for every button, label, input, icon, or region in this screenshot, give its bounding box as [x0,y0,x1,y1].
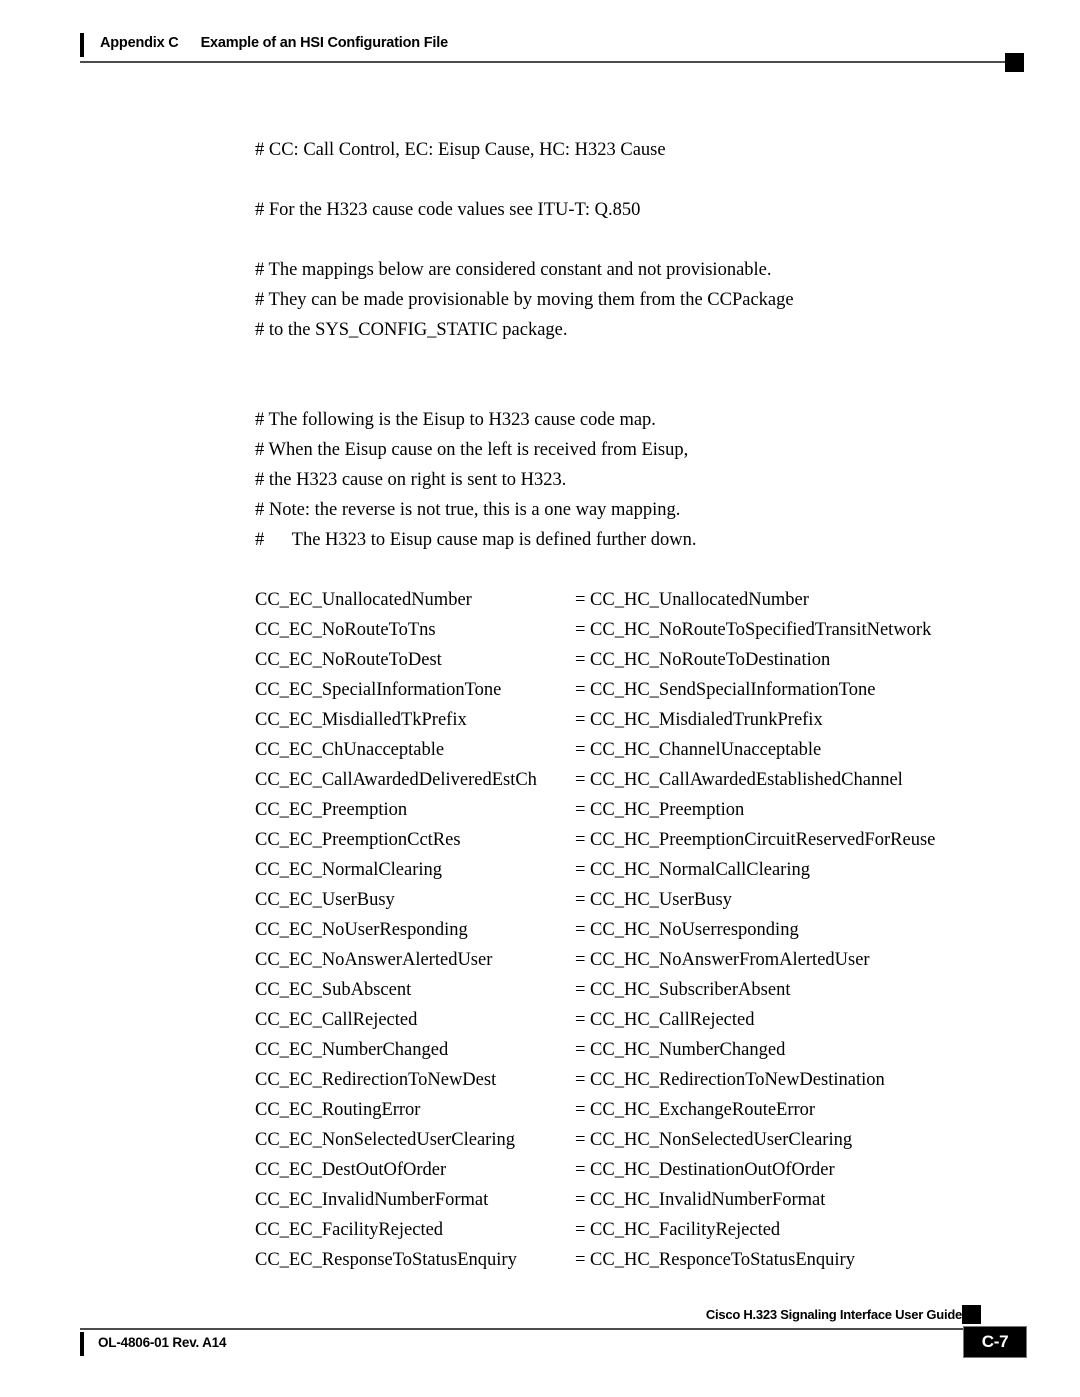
mapping-eisup-cause: CC_EC_NonSelectedUserClearing [255,1130,515,1150]
mapping-eisup-cause: CC_EC_RoutingError [255,1100,421,1120]
mapping-eisup-cause: CC_EC_InvalidNumberFormat [255,1190,489,1210]
mapping-eisup-cause: CC_EC_UserBusy [255,890,395,910]
mapping-h323-cause: = CC_HC_NumberChanged [575,1040,786,1060]
table-row: CC_EC_SubAbscent = CC_HC_SubscriberAbsent [255,975,1015,1005]
mapping-eisup-cause: CC_EC_NoRouteToTns [255,620,436,640]
table-row: CC_EC_NoRouteToTns = CC_HC_NoRouteToSpeci… [255,615,1015,645]
mapping-eisup-cause: CC_EC_ResponseToStatusEnquiry [255,1250,517,1270]
table-row: CC_EC_SpecialInformationTone = CC_HC_Send… [255,675,1015,705]
mapping-eisup-cause: CC_EC_DestOutOfOrder [255,1160,447,1180]
document-body: # CC: Call Control, EC: Eisup Cause, HC:… [0,0,1080,1397]
table-row: CC_EC_NoAnswerAlertedUser = CC_HC_NoAnswe… [255,945,1015,975]
table-row: CC_EC_UnallocatedNumber = CC_HC_Unallocat… [255,585,1015,615]
comment-line: # The H323 to Eisup cause map is defined… [255,530,697,550]
comment-line: # CC: Call Control, EC: Eisup Cause, HC:… [255,140,666,160]
comment-line: # When the Eisup cause on the left is re… [255,440,689,460]
table-row: CC_EC_CallAwardedDeliveredEstCh = CC_HC_C… [255,765,1015,795]
comment-line: # to the SYS_CONFIG_STATIC package. [255,320,568,340]
page-footer: Cisco H.323 Signaling Interface User Gui… [0,1296,1080,1397]
comment-block-legend: # CC: Call Control, EC: Eisup Cause, HC:… [255,135,1015,165]
table-row: CC_EC_FacilityRejected = CC_HC_FacilityRe… [255,1215,1015,1245]
mapping-h323-cause: = CC_HC_NoRouteToSpecifiedTransitNetwork [575,620,932,640]
mapping-eisup-cause: CC_EC_NoUserResponding [255,920,468,940]
comment-block-mapping-notes: # The following is the Eisup to H323 cau… [255,405,1015,555]
comment-line: # The mappings below are considered cons… [255,260,772,280]
mapping-eisup-cause: CC_EC_CallRejected [255,1010,418,1030]
mapping-h323-cause: = CC_HC_NormalCallClearing [575,860,810,880]
mapping-h323-cause: = CC_HC_RedirectionToNewDestination [575,1070,885,1090]
mapping-h323-cause: = CC_HC_PreemptionCircuitReservedForReus… [575,830,936,850]
mapping-eisup-cause: CC_EC_NoRouteToDest [255,650,442,670]
table-row: CC_EC_NormalClearing = CC_HC_NormalCallCl… [255,855,1015,885]
comment-line: # The following is the Eisup to H323 cau… [255,410,656,430]
mapping-eisup-cause: CC_EC_SpecialInformationTone [255,680,502,700]
mapping-h323-cause: = CC_HC_CallAwardedEstablishedChannel [575,770,903,790]
mapping-eisup-cause: CC_EC_NumberChanged [255,1040,449,1060]
comment-line: # They can be made provisionable by movi… [255,290,794,310]
cause-code-mapping-table: CC_EC_UnallocatedNumber = CC_HC_Unallocat… [255,585,1015,1275]
table-row: CC_EC_PreemptionCctRes = CC_HC_Preemption… [255,825,1015,855]
mapping-h323-cause: = CC_HC_SubscriberAbsent [575,980,791,1000]
comment-block-provisioning: # The mappings below are considered cons… [255,255,1015,345]
mapping-h323-cause: = CC_HC_NoRouteToDestination [575,650,831,670]
comment-block-reference: # For the H323 cause code values see ITU… [255,195,1015,225]
mapping-h323-cause: = CC_HC_InvalidNumberFormat [575,1190,826,1210]
table-row: CC_EC_CallRejected = CC_HC_CallRejected [255,1005,1015,1035]
mapping-eisup-cause: CC_EC_NormalClearing [255,860,443,880]
table-row: CC_EC_ResponseToStatusEnquiry = CC_HC_Res… [255,1245,1015,1275]
mapping-h323-cause: = CC_HC_NoAnswerFromAlertedUser [575,950,870,970]
mapping-h323-cause: = CC_HC_ExchangeRouteError [575,1100,816,1120]
table-row: CC_EC_NumberChanged = CC_HC_NumberChanged [255,1035,1015,1065]
mapping-eisup-cause: CC_EC_Preemption [255,800,408,820]
mapping-h323-cause: = CC_HC_CallRejected [575,1010,755,1030]
page-number-badge: C-7 [963,1326,1027,1358]
comment-line: # Note: the reverse is not true, this is… [255,500,681,520]
mapping-h323-cause: = CC_HC_UnallocatedNumber [575,590,809,610]
table-row: CC_EC_NoRouteToDest = CC_HC_NoRouteToDest… [255,645,1015,675]
comment-line: # For the H323 cause code values see ITU… [255,200,641,220]
mapping-h323-cause: = CC_HC_ResponceToStatusEnquiry [575,1250,855,1270]
mapping-eisup-cause: CC_EC_FacilityRejected [255,1220,444,1240]
table-row: CC_EC_RedirectionToNewDest = CC_HC_Redire… [255,1065,1015,1095]
footer-corner-marker [962,1305,981,1324]
mapping-h323-cause: = CC_HC_MisdialedTrunkPrefix [575,710,823,730]
comment-line: # the H323 cause on right is sent to H32… [255,470,567,490]
table-row: CC_EC_UserBusy = CC_HC_UserBusy [255,885,1015,915]
footer-tick-mark [80,1332,84,1356]
table-row: CC_EC_NoUserResponding = CC_HC_NoUserresp… [255,915,1015,945]
mapping-h323-cause: = CC_HC_NonSelectedUserClearing [575,1130,853,1150]
mapping-eisup-cause: CC_EC_PreemptionCctRes [255,830,461,850]
mapping-table-body: CC_EC_UnallocatedNumber = CC_HC_Unallocat… [255,585,1015,1275]
mapping-eisup-cause: CC_EC_NoAnswerAlertedUser [255,950,493,970]
mapping-eisup-cause: CC_EC_UnallocatedNumber [255,590,472,610]
table-row: CC_EC_DestOutOfOrder = CC_HC_DestinationO… [255,1155,1015,1185]
mapping-eisup-cause: CC_EC_RedirectionToNewDest [255,1070,497,1090]
mapping-h323-cause: = CC_HC_Preemption [575,800,745,820]
table-row: CC_EC_MisdialledTkPrefix = CC_HC_Misdiale… [255,705,1015,735]
document-page: Appendix C Example of an HSI Configuratio… [0,0,1080,1397]
mapping-h323-cause: = CC_HC_ChannelUnacceptable [575,740,822,760]
table-row: CC_EC_ChUnacceptable = CC_HC_ChannelUnacc… [255,735,1015,765]
mapping-h323-cause: = CC_HC_NoUserresponding [575,920,799,940]
table-row: CC_EC_Preemption = CC_HC_Preemption [255,795,1015,825]
table-row: CC_EC_RoutingError = CC_HC_ExchangeRouteE… [255,1095,1015,1125]
mapping-eisup-cause: CC_EC_MisdialledTkPrefix [255,710,467,730]
mapping-eisup-cause: CC_EC_ChUnacceptable [255,740,445,760]
mapping-h323-cause: = CC_HC_FacilityRejected [575,1220,781,1240]
mapping-h323-cause: = CC_HC_UserBusy [575,890,732,910]
mapping-h323-cause: = CC_HC_SendSpecialInformationTone [575,680,876,700]
mapping-eisup-cause: CC_EC_SubAbscent [255,980,412,1000]
footer-rule [80,1328,1010,1330]
table-row: CC_EC_NonSelectedUserClearing = CC_HC_Non… [255,1125,1015,1155]
footer-guide-title: Cisco H.323 Signaling Interface User Gui… [705,1307,962,1322]
mapping-h323-cause: = CC_HC_DestinationOutOfOrder [575,1160,835,1180]
table-row: CC_EC_InvalidNumberFormat = CC_HC_Invalid… [255,1185,1015,1215]
mapping-eisup-cause: CC_EC_CallAwardedDeliveredEstCh [255,770,537,790]
footer-document-id: OL-4806-01 Rev. A14 [98,1335,227,1350]
